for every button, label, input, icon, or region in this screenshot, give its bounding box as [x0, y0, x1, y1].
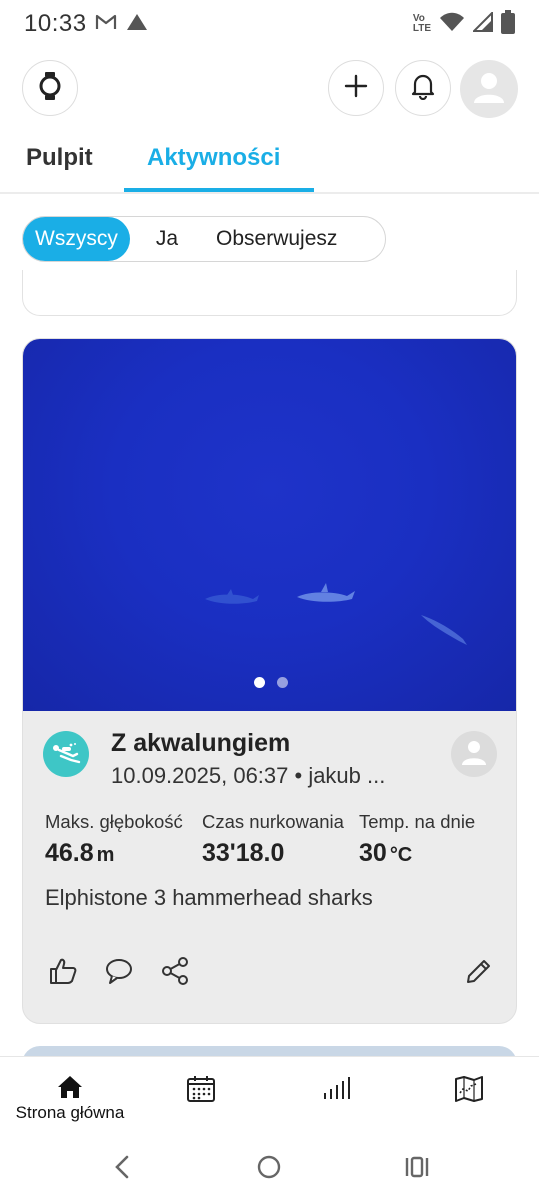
stat-max-depth: Maks. głębokość 46.8 m [45, 811, 183, 868]
stat-bottom-temp: Temp. na dnie 30 °C [359, 811, 475, 868]
system-home-button[interactable] [256, 1154, 282, 1185]
system-navigation [0, 1134, 539, 1200]
stat-unit: m [96, 844, 115, 866]
lte-label: LTE [412, 23, 431, 34]
user-avatar-icon [460, 738, 488, 771]
main-tabs: Pulpit Aktywności [0, 130, 539, 194]
active-tab-indicator [124, 188, 314, 192]
home-icon [58, 1076, 82, 1098]
profile-button[interactable] [460, 60, 518, 118]
recents-icon [405, 1156, 429, 1178]
top-header [0, 60, 539, 118]
pager-dot-active[interactable] [253, 677, 265, 688]
system-recents-button[interactable] [404, 1154, 430, 1185]
filter-all[interactable]: Wszyscy [23, 217, 130, 261]
thumbs-up-icon [50, 958, 77, 984]
edit-button[interactable] [461, 953, 497, 989]
pager-dot[interactable] [276, 677, 288, 688]
stat-label: Maks. głębokość [45, 811, 183, 832]
nav-statistics[interactable] [322, 1075, 350, 1101]
gmail-icon [95, 13, 117, 36]
status-time: 10:33 [24, 10, 87, 37]
signal-icon [471, 10, 493, 37]
stat-value: 33'18.0 [202, 839, 344, 868]
share-button[interactable] [157, 953, 193, 989]
bottom-navigation: Strona główna [0, 1056, 539, 1134]
scuba-diving-icon [43, 731, 89, 777]
stat-number: 46.8 [45, 839, 94, 867]
stat-label: Czas nurkowania [202, 811, 344, 832]
shark-silhouette [421, 615, 467, 645]
watch-icon [38, 71, 62, 106]
activity-meta: 10.09.2025, 06:37 • jakub ... [111, 763, 386, 788]
bell-icon [410, 72, 436, 105]
nav-calendar[interactable] [186, 1075, 216, 1103]
like-button[interactable] [45, 953, 81, 989]
status-bar: 10:33 Vo LTE [0, 0, 539, 48]
wifi-icon [439, 12, 465, 37]
user-avatar[interactable] [451, 731, 497, 777]
comment-icon [106, 959, 132, 984]
edit-icon [467, 960, 490, 983]
calendar-icon [187, 1076, 215, 1102]
activity-actions [23, 953, 516, 993]
filter-following[interactable]: Obserwujesz [178, 217, 337, 261]
photo-pager [23, 677, 516, 688]
stat-label: Temp. na dnie [359, 811, 476, 832]
plus-icon [344, 74, 368, 103]
feed-filter-group: Wszyscy Ja Obserwujesz [22, 216, 386, 262]
stat-value: 30 °C [359, 839, 475, 868]
profile-avatar-icon [472, 70, 506, 109]
activity-stats: Maks. głębokość 46.8 m Czas nurkowania 33… [45, 811, 515, 871]
tab-pulpit[interactable]: Pulpit [26, 144, 93, 172]
activity-card[interactable]: Z akwalungiem 10.09.2025, 06:37 • jakub … [22, 338, 517, 1024]
back-chevron-icon [115, 1155, 129, 1179]
activity-title: Z akwalungiem [111, 729, 291, 757]
stat-value: 46.8 m [45, 839, 183, 868]
stat-number: 33'18.0 [202, 839, 285, 867]
drive-icon [125, 12, 149, 37]
activity-description: Elphistone 3 hammerhead sharks [45, 885, 373, 910]
tab-aktywnosci[interactable]: Aktywności [147, 144, 280, 172]
system-back-button[interactable] [112, 1154, 132, 1185]
home-circle-icon [257, 1155, 281, 1179]
nav-home-label: Strona główna [15, 1103, 125, 1122]
share-icon [162, 957, 188, 985]
filter-me[interactable]: Ja [130, 217, 178, 261]
previous-activity-card[interactable] [22, 270, 517, 316]
map-icon [455, 1076, 483, 1102]
activity-photo[interactable] [23, 339, 516, 711]
watch-button[interactable] [22, 60, 78, 116]
nav-home[interactable]: Strona główna [8, 1075, 132, 1123]
stat-number: 30 [359, 839, 387, 867]
shark-silhouette [297, 583, 355, 602]
battery-icon [501, 9, 515, 39]
notifications-button[interactable] [395, 60, 451, 116]
volte-icon: Vo LTE [413, 14, 431, 34]
stat-unit: °C [389, 844, 413, 866]
comment-button[interactable] [101, 953, 137, 989]
add-activity-button[interactable] [328, 60, 384, 116]
nav-map[interactable] [454, 1075, 484, 1103]
stat-dive-time: Czas nurkowania 33'18.0 [202, 811, 344, 868]
shark-silhouette [205, 589, 259, 604]
stats-bars-icon [324, 1077, 350, 1099]
